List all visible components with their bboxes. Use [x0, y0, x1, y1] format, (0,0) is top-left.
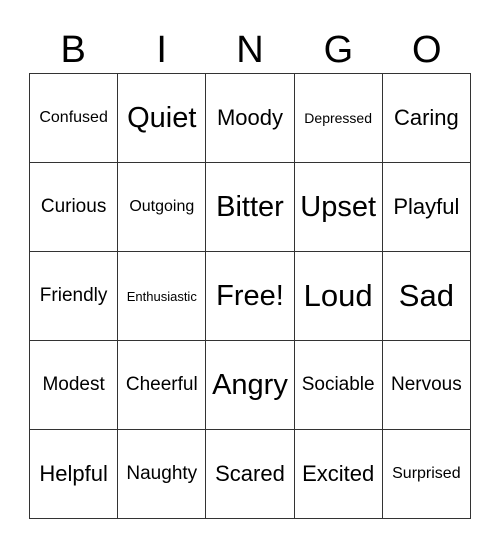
bingo-cell[interactable]: Naughty — [117, 429, 207, 519]
bingo-cell[interactable]: Cheerful — [117, 340, 207, 430]
grid-row: Confused Quiet Moody Depressed Caring — [28, 73, 472, 163]
bingo-cell[interactable]: Excited — [293, 429, 383, 519]
bingo-cell[interactable]: Outgoing — [117, 162, 207, 252]
bingo-cell[interactable]: Caring — [381, 73, 472, 163]
bingo-grid: Confused Quiet Moody Depressed Caring Cu… — [28, 73, 472, 519]
bingo-cell[interactable]: Curious — [28, 162, 119, 252]
bingo-cell[interactable]: Depressed — [293, 73, 383, 163]
header-letter: N — [236, 29, 264, 71]
bingo-cell[interactable]: Nervous — [381, 340, 472, 430]
bingo-cell[interactable]: Sociable — [293, 340, 383, 430]
bingo-cell[interactable]: Bitter — [205, 162, 295, 252]
bingo-cell[interactable]: Surprised — [381, 429, 472, 519]
header-letter: I — [156, 29, 167, 71]
grid-row: Friendly Enthusiastic Free! Loud Sad — [28, 251, 472, 341]
grid-row: Curious Outgoing Bitter Upset Playful — [28, 162, 472, 252]
bingo-cell[interactable]: Modest — [28, 340, 119, 430]
bingo-header: B I N G O — [29, 30, 471, 70]
bingo-cell[interactable]: Confused — [28, 73, 119, 163]
bingo-cell[interactable]: Friendly — [28, 251, 119, 341]
grid-row: Modest Cheerful Angry Sociable Nervous — [28, 340, 472, 430]
free-cell[interactable]: Free! — [205, 251, 295, 341]
header-letter: O — [412, 29, 442, 71]
bingo-cell[interactable]: Angry — [205, 340, 295, 430]
bingo-cell[interactable]: Enthusiastic — [117, 251, 207, 341]
header-letter: B — [60, 29, 86, 71]
bingo-cell[interactable]: Helpful — [28, 429, 119, 519]
bingo-cell[interactable]: Sad — [381, 251, 472, 341]
bingo-cell[interactable]: Quiet — [117, 73, 207, 163]
bingo-cell[interactable]: Loud — [293, 251, 383, 341]
bingo-cell[interactable]: Playful — [381, 162, 472, 252]
bingo-cell[interactable]: Upset — [293, 162, 383, 252]
bingo-cell[interactable]: Moody — [205, 73, 295, 163]
bingo-cell[interactable]: Scared — [205, 429, 295, 519]
grid-row: Helpful Naughty Scared Excited Surprised — [28, 429, 472, 519]
header-letter: G — [323, 29, 354, 71]
